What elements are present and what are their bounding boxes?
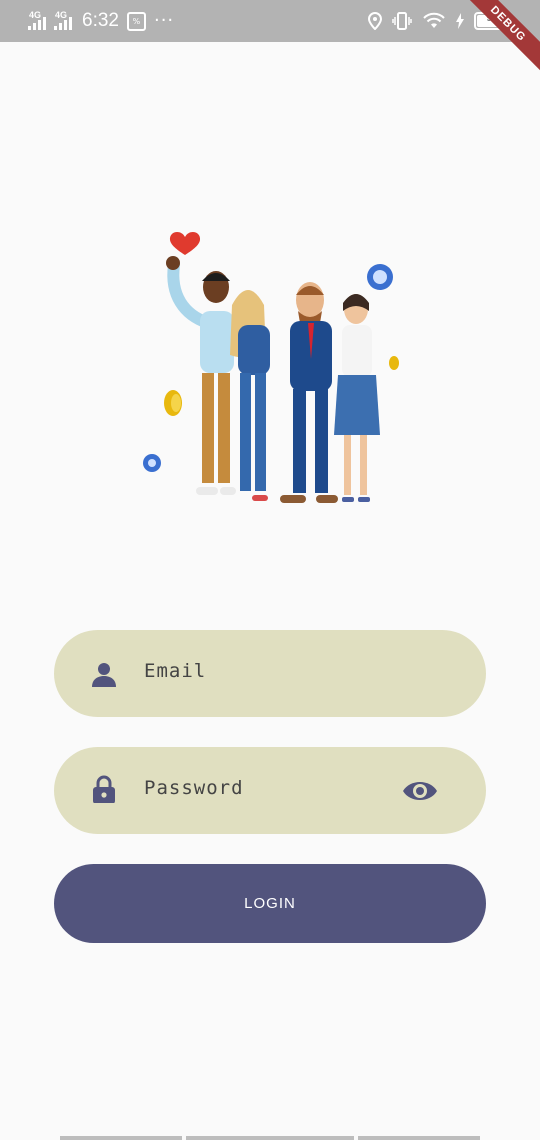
email-placeholder: Email [144, 660, 207, 682]
vpn-icon: % [126, 11, 146, 31]
clock: 6:32 [82, 10, 119, 31]
wifi-icon [423, 12, 445, 28]
login-button[interactable]: LOGIN [54, 864, 486, 943]
email-field[interactable]: Email [54, 630, 486, 717]
person-icon [92, 663, 116, 687]
status-left: 4G 4G 6:32 % ··· [28, 9, 174, 33]
password-placeholder: Password [144, 777, 244, 799]
coin-icon [389, 356, 399, 370]
status-bar: 4G 4G 6:32 % ··· 92 [0, 0, 540, 42]
heart-icon [169, 231, 201, 255]
charging-icon [456, 13, 464, 29]
signal-icon: 4G [54, 10, 76, 31]
password-field[interactable]: Password [54, 747, 486, 834]
eye-icon[interactable] [402, 777, 438, 805]
signal-icon: 4G [28, 10, 50, 31]
location-icon [368, 12, 382, 30]
more-notifications-icon: ··· [153, 10, 175, 31]
navigation-bar [60, 1136, 480, 1140]
lock-icon [93, 775, 115, 803]
vibrate-icon [392, 12, 412, 30]
team-illustration [143, 231, 399, 503]
